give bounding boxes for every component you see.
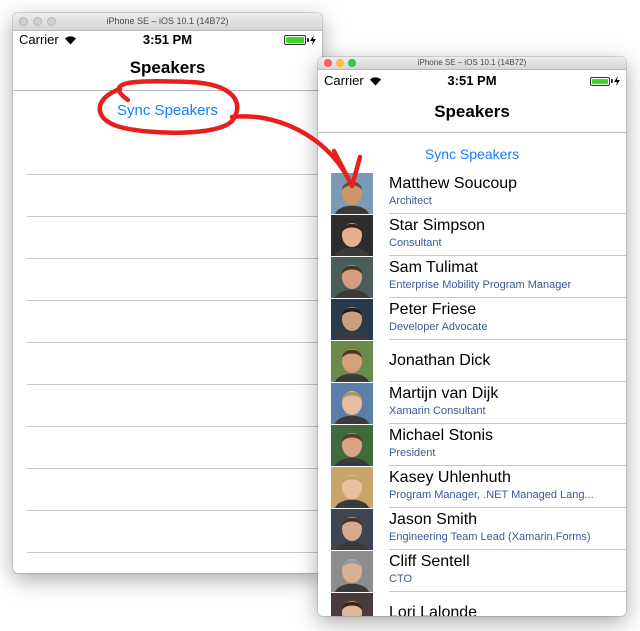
nav-title: Speakers <box>129 58 206 77</box>
row-separator <box>27 468 322 469</box>
speaker-avatar <box>331 509 373 550</box>
traffic-lights <box>19 13 56 30</box>
row-separator <box>27 552 322 553</box>
speaker-name: Michael Stonis <box>389 427 494 444</box>
speaker-title: Architect <box>389 195 432 207</box>
nav-title: Speakers <box>434 102 510 121</box>
speaker-title: Enterprise Mobility Program Manager <box>389 279 572 291</box>
speaker-row[interactable]: Cliff Sentell CTO <box>318 550 626 592</box>
row-separator <box>27 510 322 511</box>
battery-icon <box>284 35 316 45</box>
window-title: iPhone SE – iOS 10.1 (14B72) <box>417 58 527 67</box>
speaker-list[interactable]: Matthew Soucoup Architect Star Simpson Cons… <box>318 172 626 616</box>
speaker-name: Jonathan Dick <box>389 352 491 369</box>
zoom-button[interactable] <box>47 17 56 26</box>
row-separator <box>27 258 322 259</box>
speaker-row[interactable]: Jason Smith Engineering Team Lead (Xamari… <box>318 508 626 550</box>
sync-speakers-button[interactable]: Sync Speakers <box>318 146 626 162</box>
speaker-title: CTO <box>389 573 413 585</box>
simulator-window-right: iPhone SE – iOS 10.1 (14B72) Carrier 3:5… <box>318 57 626 616</box>
speaker-avatar <box>331 467 373 508</box>
window-title: iPhone SE – iOS 10.1 (14B72) <box>106 16 229 26</box>
row-separator <box>27 342 322 343</box>
speaker-title: Program Manager, .NET Managed Lang... <box>389 489 594 501</box>
speaker-title: Xamarin Consultant <box>389 405 486 417</box>
status-time: 3:51 PM <box>142 32 193 47</box>
speaker-avatar <box>331 215 373 256</box>
speaker-name: Lori Lalonde <box>389 604 478 616</box>
speaker-title: Developer Advocate <box>389 321 488 333</box>
zoom-button[interactable] <box>348 59 356 67</box>
minimize-button[interactable] <box>33 17 42 26</box>
nav-bar-divider <box>318 132 626 133</box>
speaker-name: Matthew Soucoup <box>389 175 518 192</box>
speaker-name: Star Simpson <box>389 217 486 234</box>
speaker-avatar <box>331 593 373 616</box>
speaker-avatar <box>331 425 373 466</box>
speaker-name: Martijn van Dijk <box>389 385 499 402</box>
speaker-row[interactable]: Sam Tulimat Enterprise Mobility Program M… <box>318 256 626 298</box>
row-separator <box>27 300 322 301</box>
status-bar: Carrier 3:51 PM <box>318 71 626 91</box>
speaker-row[interactable]: Kasey Uhlenhuth Program Manager, .NET Man… <box>318 466 626 508</box>
speaker-row[interactable]: Star Simpson Consultant <box>318 214 626 256</box>
row-separator <box>27 384 322 385</box>
row-separator <box>27 426 322 427</box>
speaker-avatar <box>331 341 373 382</box>
speaker-avatar <box>331 551 373 592</box>
speaker-name: Kasey Uhlenhuth <box>389 469 511 486</box>
speaker-title: Consultant <box>389 237 442 249</box>
sync-speakers-button[interactable]: Sync Speakers <box>13 102 322 119</box>
speaker-row[interactable]: Peter Friese Developer Advocate <box>318 298 626 340</box>
speaker-row[interactable]: Matthew Soucoup Architect <box>318 172 626 214</box>
battery-icon <box>590 76 620 86</box>
speaker-name: Peter Friese <box>389 301 477 318</box>
row-separator <box>27 174 322 175</box>
speaker-title: President <box>389 447 436 459</box>
speaker-avatar <box>331 257 373 298</box>
speaker-name: Cliff Sentell <box>389 553 470 570</box>
simulator-window-left: iPhone SE – iOS 10.1 (14B72) Carrier 3:5… <box>13 13 322 573</box>
traffic-lights <box>324 57 356 69</box>
status-bar: Carrier 3:51 PM <box>13 30 322 50</box>
speaker-row[interactable]: Martijn van Dijk Xamarin Consultant <box>318 382 626 424</box>
close-button[interactable] <box>324 59 332 67</box>
speaker-row[interactable]: Jonathan Dick <box>318 340 626 382</box>
speaker-avatar <box>331 173 373 214</box>
speaker-row[interactable]: Michael Stonis President <box>318 424 626 466</box>
speaker-title: Engineering Team Lead (Xamarin.Forms) <box>389 531 591 543</box>
speaker-name: Jason Smith <box>389 511 478 528</box>
speaker-row[interactable]: Lori Lalonde <box>318 592 626 616</box>
row-separator <box>27 216 322 217</box>
speaker-avatar <box>331 299 373 340</box>
close-button[interactable] <box>19 17 28 26</box>
speaker-name: Sam Tulimat <box>389 259 478 276</box>
minimize-button[interactable] <box>336 59 344 67</box>
speaker-avatar <box>331 383 373 424</box>
window-titlebar[interactable]: iPhone SE – iOS 10.1 (14B72) <box>318 57 626 70</box>
window-titlebar[interactable]: iPhone SE – iOS 10.1 (14B72) <box>13 13 322 31</box>
nav-bar-divider <box>13 90 322 91</box>
status-time: 3:51 PM <box>447 73 497 88</box>
